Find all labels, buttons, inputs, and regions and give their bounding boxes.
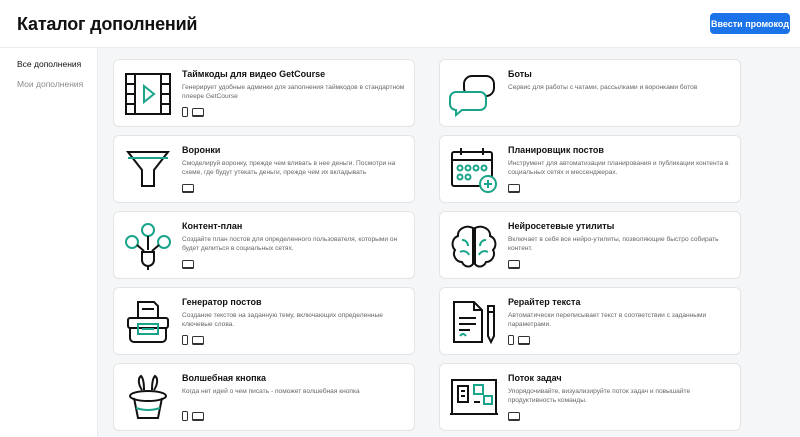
addon-description: Когда нет идей о чем писать - поможет во… [182, 388, 360, 395]
addon-title: Боты [508, 69, 532, 79]
device-icons [182, 182, 194, 194]
addon-title: Воронки [182, 145, 221, 155]
addon-title: Таймкоды для видео GetCourse [182, 69, 326, 79]
device-icons [182, 106, 204, 118]
device-icons [182, 258, 194, 270]
device-icons [508, 182, 520, 194]
addon-card-text-rewriter[interactable]: Рерайтер текста Автоматически переписыва… [439, 287, 741, 355]
mobile-icon [182, 335, 188, 345]
desktop-icon [508, 183, 520, 193]
device-icons [508, 410, 520, 422]
addon-description: Создайте план постов для определенного п… [182, 236, 398, 252]
addon-title: Поток задач [508, 373, 562, 383]
task-board-icon [448, 372, 500, 424]
addon-description: Упорядочивайте, визуализируйте поток зад… [508, 388, 691, 404]
mobile-icon [182, 107, 188, 117]
addon-description: Включает в себя все нейро-утилиты, позво… [508, 236, 719, 252]
desktop-icon [518, 335, 530, 345]
addon-title: Контент-план [182, 221, 243, 231]
desktop-icon [192, 107, 204, 117]
addon-card-bots[interactable]: Боты Сервис для работы с чатами, рассылк… [439, 59, 741, 127]
addon-title: Нейросетевые утилиты [508, 221, 615, 231]
video-timecode-icon [122, 68, 174, 120]
promo-code-button[interactable]: Ввести промокод [710, 13, 790, 34]
desktop-icon [508, 411, 520, 421]
addon-card-task-flow[interactable]: Поток задач Упорядочивайте, визуализируй… [439, 363, 741, 431]
sidebar-item-all-addons[interactable]: Все дополнения [17, 59, 81, 69]
sidebar-item-my-addons[interactable]: Мои дополнения [17, 79, 83, 89]
addon-title: Генератор постов [182, 297, 262, 307]
typewriter-icon [122, 296, 174, 348]
addon-card-timecodes[interactable]: Таймкоды для видео GetCourse Генерирует … [113, 59, 415, 127]
mobile-icon [182, 411, 188, 421]
addon-card-content-plan[interactable]: Контент-план Создайте план постов для оп… [113, 211, 415, 279]
desktop-icon [182, 259, 194, 269]
addon-title: Волшебная кнопка [182, 373, 267, 383]
desktop-icon [182, 183, 194, 193]
chat-bubbles-icon [448, 68, 500, 120]
addon-description: Создание текстов на заданную тему, включ… [182, 312, 383, 328]
content-plan-icon [122, 220, 174, 272]
document-pen-icon [448, 296, 500, 348]
brain-icon [448, 220, 500, 272]
device-icons [182, 334, 204, 346]
addon-catalog-grid: Таймкоды для видео GetCourse Генерирует … [98, 48, 800, 437]
addon-card-funnels[interactable]: Воронки Смоделируй воронку, прежде чем в… [113, 135, 415, 203]
mobile-icon [508, 335, 514, 345]
addon-card-post-generator[interactable]: Генератор постов Создание текстов на зад… [113, 287, 415, 355]
addon-description: Инструмент для автоматизации планировани… [508, 160, 729, 176]
calendar-plus-icon [448, 144, 500, 196]
desktop-icon [192, 411, 204, 421]
device-icons [508, 258, 520, 270]
page-title: Каталог дополнений [17, 14, 198, 34]
addon-title: Рерайтер текста [508, 297, 581, 307]
addon-title: Планировщик постов [508, 145, 604, 155]
desktop-icon [508, 259, 520, 269]
addon-card-magic-button[interactable]: Волшебная кнопка Когда нет идей о чем пи… [113, 363, 415, 431]
device-icons [182, 410, 204, 422]
magic-hat-icon [122, 372, 174, 424]
addon-description: Автоматически переписывает текст в соотв… [508, 312, 707, 328]
addon-card-ai-utilities[interactable]: Нейросетевые утилиты Включает в себя все… [439, 211, 741, 279]
addon-description: Смоделируй воронку, прежде чем вливать в… [182, 160, 396, 176]
desktop-icon [192, 335, 204, 345]
device-icons [508, 334, 530, 346]
funnel-icon [122, 144, 174, 196]
addon-description: Сервис для работы с чатами, рассылками и… [508, 84, 698, 91]
header: Каталог дополнений Ввести промокод [0, 0, 800, 48]
sidebar: Все дополнения Мои дополнения [0, 48, 98, 437]
addon-description: Генерирует удобные админки для заполнени… [182, 84, 405, 100]
addon-card-post-scheduler[interactable]: Планировщик постов Инструмент для автома… [439, 135, 741, 203]
